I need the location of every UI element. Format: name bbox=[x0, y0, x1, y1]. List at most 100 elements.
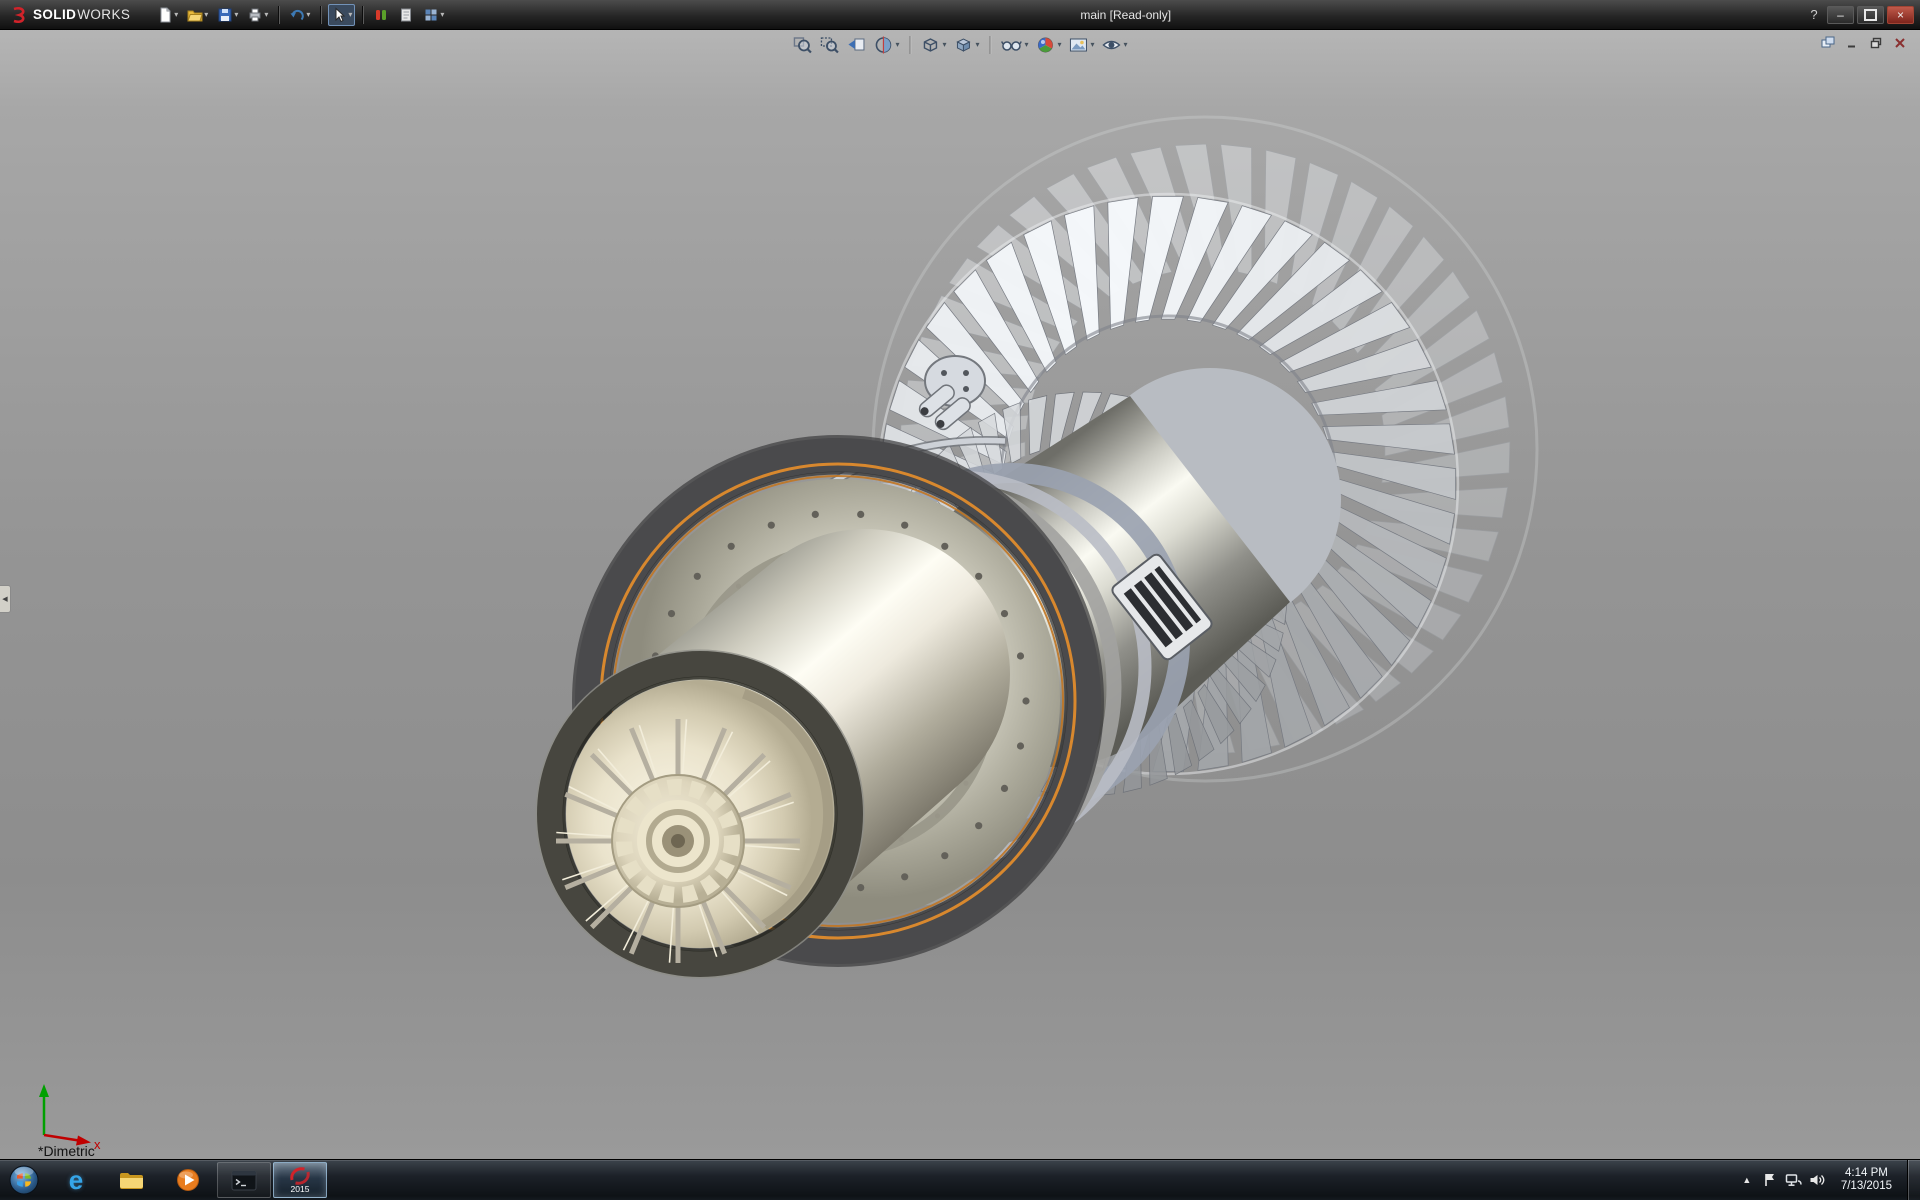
maximize-window-button[interactable] bbox=[1857, 6, 1884, 24]
dropdown-caret-icon: ▾ bbox=[895, 41, 899, 49]
zoom-to-area-button[interactable] bbox=[818, 34, 840, 56]
select-tool-button[interactable]: ▾ bbox=[328, 4, 355, 26]
new-document-icon bbox=[157, 7, 173, 23]
dropdown-caret-icon: ▾ bbox=[306, 11, 310, 19]
dropdown-caret-icon: ▾ bbox=[440, 11, 444, 19]
taskbar-item-file-explorer[interactable] bbox=[105, 1162, 159, 1198]
close-document-button[interactable] bbox=[1890, 34, 1910, 51]
help-button[interactable]: ? bbox=[1804, 6, 1824, 24]
minimize-document-button[interactable] bbox=[1842, 34, 1862, 51]
internet-explorer-icon: e bbox=[69, 1167, 83, 1193]
zoom-to-area-icon bbox=[819, 35, 839, 55]
taskbar-item-media-player[interactable] bbox=[161, 1162, 215, 1198]
save-icon bbox=[217, 7, 233, 23]
edit-appearance-icon bbox=[1036, 35, 1056, 55]
dropdown-caret-icon: ▾ bbox=[942, 41, 946, 49]
appearance-colors-icon bbox=[373, 7, 389, 23]
collapse-arrow-icon: ◀ bbox=[2, 595, 7, 603]
toolbar-separator bbox=[909, 36, 910, 54]
taskbar-item-command-prompt[interactable] bbox=[217, 1162, 271, 1198]
close-icon bbox=[1894, 37, 1906, 49]
view-settings-button[interactable]: ▾ bbox=[1101, 34, 1129, 56]
select-cursor-icon bbox=[331, 7, 347, 23]
system-tray: ▲ bbox=[1739, 1160, 1920, 1200]
dropdown-caret-icon: ▾ bbox=[1091, 41, 1095, 49]
taskbar: e bbox=[0, 1159, 1920, 1200]
clock-date: 7/13/2015 bbox=[1841, 1180, 1892, 1193]
logo-text-light: WORKS bbox=[77, 7, 130, 22]
main-toolbar: ▾ ▾ ▾ bbox=[154, 4, 447, 26]
previous-view-icon bbox=[846, 35, 866, 55]
feature-manager-collapse-tab[interactable]: ◀ bbox=[0, 585, 11, 613]
command-prompt-icon bbox=[231, 1170, 257, 1191]
display-style-button[interactable]: ▾ bbox=[952, 34, 980, 56]
heads-up-view-toolbar: ▾ ▾ ▾ bbox=[791, 34, 1128, 56]
title-bar: SOLID WORKS ▾ ▾ bbox=[0, 0, 1920, 30]
options-button[interactable]: ▾ bbox=[420, 4, 447, 26]
undo-button[interactable]: ▾ bbox=[286, 4, 313, 26]
dropdown-caret-icon: ▾ bbox=[264, 11, 268, 19]
dropdown-caret-icon: ▾ bbox=[174, 11, 178, 19]
show-desktop-button[interactable] bbox=[1907, 1160, 1920, 1200]
clipboard-icon bbox=[398, 7, 414, 23]
display-style-icon bbox=[953, 35, 973, 55]
help-icon: ? bbox=[1810, 7, 1817, 22]
hide-show-items-button[interactable]: ▾ bbox=[999, 34, 1029, 56]
save-button[interactable]: ▾ bbox=[214, 4, 241, 26]
view-orientation-icon bbox=[920, 35, 940, 55]
zoom-to-fit-button[interactable] bbox=[791, 34, 813, 56]
new-document-button[interactable]: ▾ bbox=[154, 4, 181, 26]
taskbar-item-internet-explorer[interactable]: e bbox=[49, 1162, 103, 1198]
close-icon: × bbox=[1897, 9, 1904, 21]
logo-text-bold: SOLID bbox=[33, 7, 76, 22]
graphics-area[interactable]: x bbox=[0, 29, 1920, 1160]
open-folder-icon bbox=[187, 7, 203, 23]
action-center-button[interactable] bbox=[1762, 1172, 1778, 1188]
view-orientation-button[interactable]: ▾ bbox=[919, 34, 947, 56]
toolbar-separator bbox=[278, 6, 279, 24]
windows-start-orb-icon bbox=[8, 1164, 40, 1196]
apply-scene-button[interactable]: ▾ bbox=[1068, 34, 1096, 56]
close-window-button[interactable]: × bbox=[1887, 6, 1914, 24]
reference-triad: x bbox=[39, 1084, 101, 1152]
options-grid-icon bbox=[423, 7, 439, 23]
dropdown-caret-icon: ▾ bbox=[204, 11, 208, 19]
minimize-window-button[interactable]: – bbox=[1827, 6, 1854, 24]
restore-document-button[interactable] bbox=[1866, 34, 1886, 51]
dropdown-caret-icon: ▾ bbox=[1058, 41, 1062, 49]
dropdown-caret-icon: ▾ bbox=[234, 11, 238, 19]
3ds-swirl-icon bbox=[10, 6, 28, 24]
solidworks-window: SOLID WORKS ▾ ▾ bbox=[0, 0, 1920, 1200]
appearance-colors-button[interactable] bbox=[370, 4, 392, 26]
dropdown-caret-icon: ▾ bbox=[348, 11, 352, 19]
start-button[interactable] bbox=[0, 1160, 48, 1200]
taskbar-item-solidworks-2015[interactable]: 2015 bbox=[273, 1162, 327, 1198]
document-window-controls bbox=[1818, 34, 1910, 51]
dropdown-caret-icon: ▾ bbox=[975, 41, 979, 49]
section-view-button[interactable]: ▾ bbox=[872, 34, 900, 56]
undo-icon bbox=[289, 7, 305, 23]
maximize-icon bbox=[1864, 9, 1877, 21]
dropdown-caret-icon: ▾ bbox=[1124, 41, 1128, 49]
action-center-flag-icon bbox=[1762, 1172, 1778, 1188]
restore-icon bbox=[1870, 37, 1882, 49]
media-player-icon bbox=[176, 1168, 200, 1192]
previous-view-button[interactable] bbox=[845, 34, 867, 56]
minimize-icon: – bbox=[1837, 9, 1844, 21]
jet-engine-model[interactable]: x bbox=[0, 29, 1920, 1160]
cascade-icon bbox=[1821, 36, 1835, 49]
open-button[interactable]: ▾ bbox=[184, 4, 211, 26]
app-logo: SOLID WORKS bbox=[0, 6, 140, 24]
network-status-button[interactable] bbox=[1785, 1172, 1802, 1188]
cascade-document-button[interactable] bbox=[1818, 34, 1838, 51]
show-hidden-icons-button[interactable]: ▲ bbox=[1739, 1175, 1755, 1185]
clipboard-button[interactable] bbox=[395, 4, 417, 26]
window-title: main [Read-only] bbox=[447, 8, 1804, 22]
edit-appearance-button[interactable]: ▾ bbox=[1035, 34, 1063, 56]
toolbar-separator bbox=[362, 6, 363, 24]
solidworks-version-badge: 2015 bbox=[291, 1185, 310, 1194]
y-axis-arrow bbox=[39, 1084, 49, 1097]
print-button[interactable]: ▾ bbox=[244, 4, 271, 26]
volume-button[interactable] bbox=[1809, 1172, 1826, 1188]
taskbar-clock[interactable]: 4:14 PM 7/13/2015 bbox=[1833, 1167, 1900, 1193]
